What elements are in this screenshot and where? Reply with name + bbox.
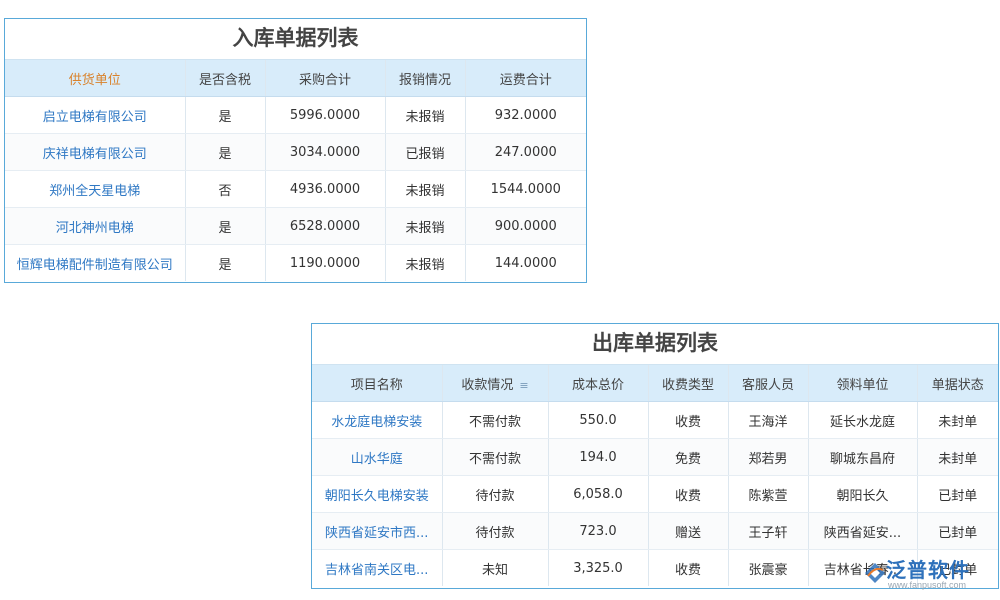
col-header-payment-status[interactable]: 收款情况 ≡ [442, 365, 549, 402]
col-header-fee-type[interactable]: 收费类型 [648, 365, 729, 402]
cell-receiving-unit: 延长水龙庭 [808, 401, 918, 439]
cell-purchase-total: 1190.0000 [265, 244, 386, 281]
cell-cost-total: 3,325.0 [548, 549, 649, 586]
cell-cost-total: 550.0 [548, 401, 649, 439]
table-row[interactable]: 恒辉电梯配件制造有限公司 是 1190.0000 未报销 144.0000 [5, 244, 586, 281]
cell-receiving-unit: 陕西省延安... [808, 512, 918, 550]
cell-freight-total: 932.0000 [465, 96, 586, 134]
cell-document-status: 未封单 [917, 401, 998, 439]
cell-tax-included: 是 [185, 244, 266, 281]
cell-service-staff: 郑若男 [728, 438, 809, 476]
cell-purchase-total: 6528.0000 [265, 207, 386, 245]
cell-purchase-total: 4936.0000 [265, 170, 386, 208]
watermark-brand: 泛普软件 [886, 558, 970, 582]
project-link[interactable]: 吉林省南关区电... [312, 549, 443, 586]
sort-icon[interactable]: ≡ [519, 379, 528, 392]
supplier-link[interactable]: 郑州全天星电梯 [5, 170, 186, 208]
inbound-panel: 入库单据列表 供货单位 是否含税 采购合计 报销情况 运费合计 启立电梯有限公司… [4, 18, 587, 283]
watermark-url: www.fanpusoft.com [888, 580, 967, 590]
cell-fee-type: 免费 [648, 438, 729, 476]
project-link[interactable]: 朝阳长久电梯安装 [312, 475, 443, 513]
cell-document-status: 已封单 [917, 512, 998, 550]
cell-fee-type: 收费 [648, 475, 729, 513]
cell-tax-included: 是 [185, 133, 266, 171]
col-header-freight-total[interactable]: 运费合计 [465, 60, 586, 97]
col-header-reimbursement[interactable]: 报销情况 [385, 60, 466, 97]
cell-freight-total: 900.0000 [465, 207, 586, 245]
cell-fee-type: 收费 [648, 401, 729, 439]
col-header-supplier[interactable]: 供货单位 [5, 60, 186, 97]
cell-purchase-total: 5996.0000 [265, 96, 386, 134]
inbound-table: 供货单位 是否含税 采购合计 报销情况 运费合计 启立电梯有限公司 是 5996… [5, 60, 586, 281]
cell-tax-included: 是 [185, 96, 266, 134]
cell-freight-total: 144.0000 [465, 244, 586, 281]
outbound-title: 出库单据列表 [312, 324, 998, 365]
cell-fee-type: 赠送 [648, 512, 729, 550]
table-row[interactable]: 水龙庭电梯安装 不需付款 550.0 收费 王海洋 延长水龙庭 未封单 [312, 401, 998, 439]
outbound-header-row: 项目名称 收款情况 ≡ 成本总价 收费类型 客服人员 领料单位 单据状态 [312, 365, 998, 402]
table-row[interactable]: 陕西省延安市西... 待付款 723.0 赠送 王子轩 陕西省延安... 已封单 [312, 512, 998, 550]
cell-document-status: 未封单 [917, 438, 998, 476]
cell-cost-total: 6,058.0 [548, 475, 649, 513]
cell-reimbursement: 未报销 [385, 244, 466, 281]
outbound-table: 项目名称 收款情况 ≡ 成本总价 收费类型 客服人员 领料单位 单据状态 水龙庭电… [312, 365, 998, 586]
supplier-link[interactable]: 恒辉电梯配件制造有限公司 [5, 244, 186, 281]
col-header-document-status[interactable]: 单据状态 [917, 365, 998, 402]
col-header-receiving-unit[interactable]: 领料单位 [808, 365, 918, 402]
table-row[interactable]: 庆祥电梯有限公司 是 3034.0000 已报销 247.0000 [5, 133, 586, 171]
cell-cost-total: 194.0 [548, 438, 649, 476]
table-row[interactable]: 朝阳长久电梯安装 待付款 6,058.0 收费 陈紫萱 朝阳长久 已封单 [312, 475, 998, 513]
cell-service-staff: 王海洋 [728, 401, 809, 439]
col-header-payment-status-label: 收款情况 [461, 377, 514, 393]
cell-fee-type: 收费 [648, 549, 729, 586]
cell-reimbursement: 未报销 [385, 96, 466, 134]
cell-payment-status: 待付款 [442, 475, 549, 513]
cell-receiving-unit: 朝阳长久 [808, 475, 918, 513]
cell-service-staff: 张震豪 [728, 549, 809, 586]
supplier-link[interactable]: 启立电梯有限公司 [5, 96, 186, 134]
col-header-project-name[interactable]: 项目名称 [312, 365, 443, 402]
cell-freight-total: 247.0000 [465, 133, 586, 171]
brand-logo-icon [865, 563, 885, 583]
project-link[interactable]: 陕西省延安市西... [312, 512, 443, 550]
table-row[interactable]: 山水华庭 不需付款 194.0 免费 郑若男 聊城东昌府 未封单 [312, 438, 998, 476]
cell-payment-status: 不需付款 [442, 401, 549, 439]
table-row[interactable]: 河北神州电梯 是 6528.0000 未报销 900.0000 [5, 207, 586, 245]
cell-payment-status: 未知 [442, 549, 549, 586]
col-header-service-staff[interactable]: 客服人员 [728, 365, 809, 402]
cell-tax-included: 否 [185, 170, 266, 208]
cell-purchase-total: 3034.0000 [265, 133, 386, 171]
cell-reimbursement: 未报销 [385, 170, 466, 208]
cell-freight-total: 1544.0000 [465, 170, 586, 208]
inbound-header-row: 供货单位 是否含税 采购合计 报销情况 运费合计 [5, 60, 586, 97]
cell-reimbursement: 已报销 [385, 133, 466, 171]
table-row[interactable]: 郑州全天星电梯 否 4936.0000 未报销 1544.0000 [5, 170, 586, 208]
project-link[interactable]: 水龙庭电梯安装 [312, 401, 443, 439]
project-link[interactable]: 山水华庭 [312, 438, 443, 476]
cell-document-status: 已封单 [917, 475, 998, 513]
inbound-title: 入库单据列表 [5, 19, 586, 60]
cell-reimbursement: 未报销 [385, 207, 466, 245]
cell-payment-status: 待付款 [442, 512, 549, 550]
cell-cost-total: 723.0 [548, 512, 649, 550]
supplier-link[interactable]: 庆祥电梯有限公司 [5, 133, 186, 171]
cell-payment-status: 不需付款 [442, 438, 549, 476]
outbound-panel: 出库单据列表 项目名称 收款情况 ≡ 成本总价 收费类型 客服人员 领料单位 单据… [311, 323, 999, 589]
table-row[interactable]: 启立电梯有限公司 是 5996.0000 未报销 932.0000 [5, 96, 586, 134]
cell-tax-included: 是 [185, 207, 266, 245]
col-header-tax-included[interactable]: 是否含税 [185, 60, 266, 97]
col-header-cost-total[interactable]: 成本总价 [548, 365, 649, 402]
col-header-purchase-total[interactable]: 采购合计 [265, 60, 386, 97]
cell-receiving-unit: 聊城东昌府 [808, 438, 918, 476]
cell-service-staff: 王子轩 [728, 512, 809, 550]
cell-service-staff: 陈紫萱 [728, 475, 809, 513]
watermark-logo: 泛普软件 www.fanpusoft.com [864, 554, 992, 594]
supplier-link[interactable]: 河北神州电梯 [5, 207, 186, 245]
